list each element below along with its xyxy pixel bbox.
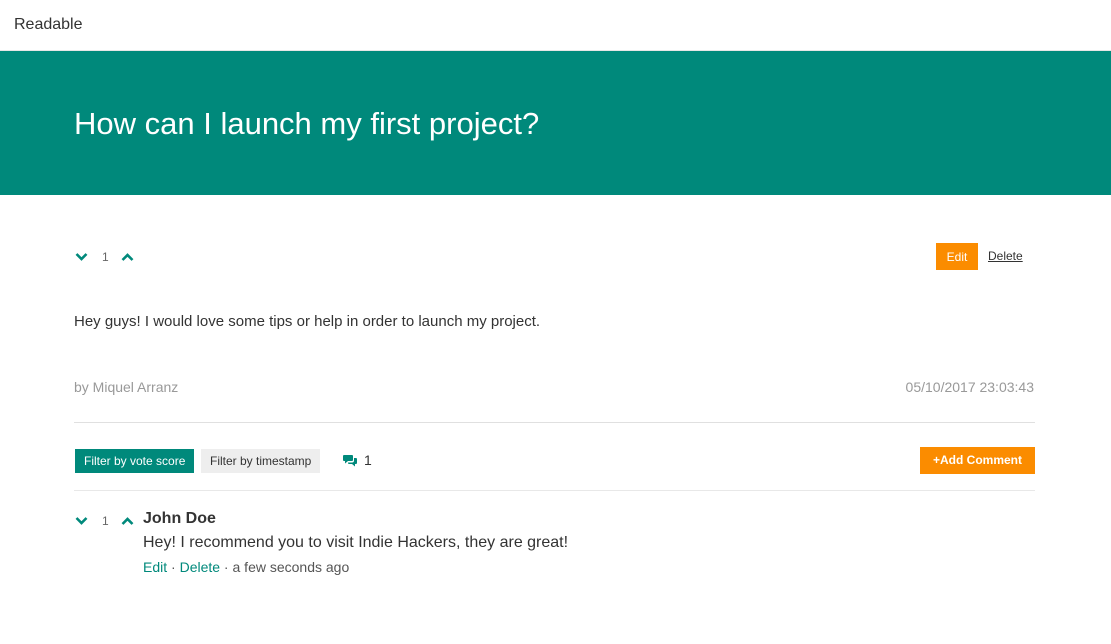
plus-icon: + <box>932 453 940 467</box>
comments-icon <box>343 454 357 466</box>
downvote-icon[interactable] <box>74 514 88 528</box>
separator: · <box>167 559 180 575</box>
navbar: Readable <box>0 0 1111 51</box>
comment-count-value: 1 <box>364 452 372 468</box>
post-author: by Miquel Arranz <box>74 379 179 395</box>
post-body: Hey guys! I would love some tips or help… <box>74 313 541 330</box>
comment-body: Hey! I recommend you to visit Indie Hack… <box>143 534 569 551</box>
brand-link[interactable]: Readable <box>14 16 83 34</box>
filter-by-timestamp-button[interactable]: Filter by timestamp <box>201 449 321 473</box>
comment-author: John Doe <box>143 510 216 527</box>
separator: · <box>220 559 233 575</box>
post-timestamp: 05/10/2017 23:03:43 <box>905 379 1034 395</box>
divider <box>74 490 1035 491</box>
hero-banner: How can I launch my first project? <box>0 51 1111 195</box>
divider <box>74 422 1035 423</box>
upvote-icon[interactable] <box>121 514 135 528</box>
post-vote-score: 1 <box>102 250 109 264</box>
comment-count: 1 <box>343 452 372 468</box>
comment-time: a few seconds ago <box>232 559 350 575</box>
post-vote-control: 1 <box>74 248 135 266</box>
post-title: How can I launch my first project? <box>74 106 540 141</box>
downvote-icon[interactable] <box>74 250 88 264</box>
add-comment-button[interactable]: +Add Comment <box>920 447 1035 474</box>
upvote-icon[interactable] <box>121 250 135 264</box>
filter-by-vote-button[interactable]: Filter by vote score <box>75 449 195 473</box>
comment-meta: Edit · Delete · a few seconds ago <box>143 559 349 575</box>
add-comment-label: Add Comment <box>940 453 1022 467</box>
comment-vote-score: 1 <box>102 514 109 528</box>
post-delete-link[interactable]: Delete <box>988 249 1023 263</box>
comment-delete-link[interactable]: Delete <box>180 559 220 575</box>
comment-vote-control: 1 <box>74 512 135 530</box>
comment-edit-link[interactable]: Edit <box>143 559 167 575</box>
post-edit-button[interactable]: Edit <box>936 243 978 270</box>
